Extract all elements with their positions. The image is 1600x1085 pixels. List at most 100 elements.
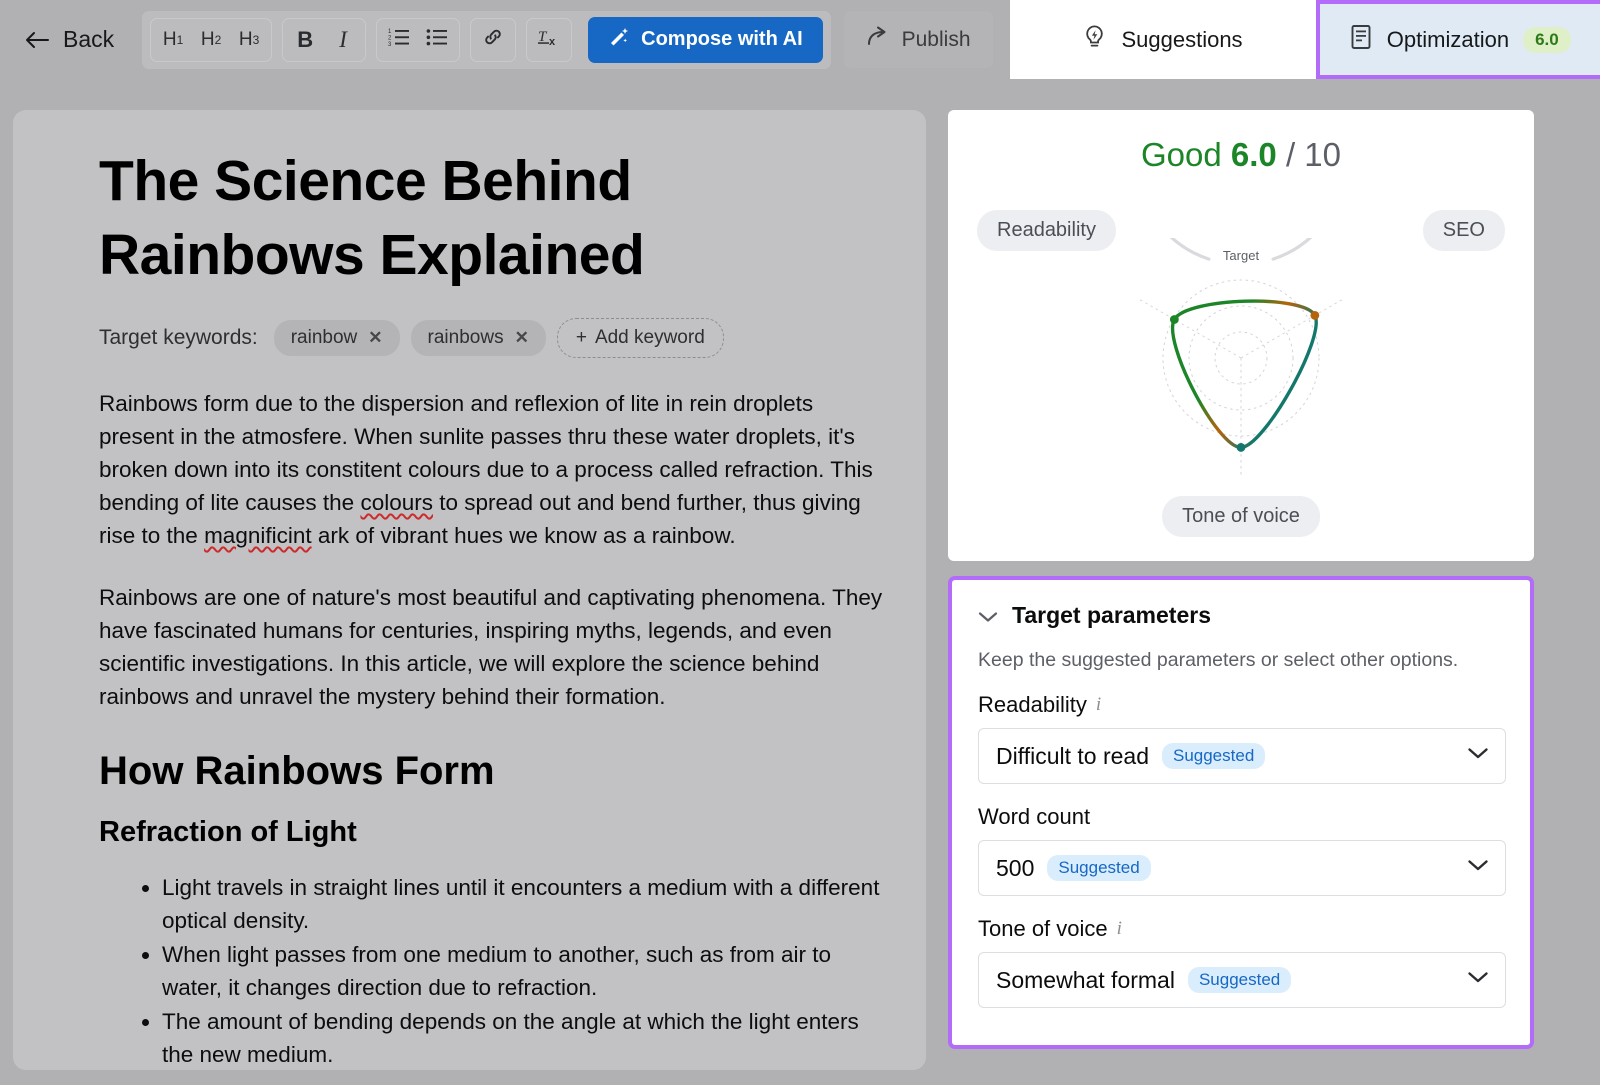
italic-button[interactable]: I	[324, 21, 362, 59]
paragraph-text: ark of vibrant hues we know as a rainbow…	[311, 523, 736, 549]
suggested-badge: Suggested	[1187, 967, 1292, 993]
tab-suggestions-label: Suggestions	[1121, 26, 1243, 52]
compose-with-ai-label: Compose with AI	[641, 28, 803, 50]
back-button[interactable]: Back	[14, 20, 124, 59]
compose-with-ai-button[interactable]: Compose with AI	[588, 16, 823, 63]
list-group: 1 2 3	[376, 17, 461, 62]
text-style-group: B I	[282, 17, 367, 62]
select-value: Difficult to read	[996, 742, 1149, 769]
lightbulb-idea-icon	[1082, 24, 1107, 56]
data-point-2	[1236, 443, 1246, 452]
arrow-left-icon	[24, 29, 50, 51]
select-value: 500	[996, 854, 1035, 881]
link-group	[470, 17, 517, 62]
document-heading-3[interactable]: Refraction of Light	[99, 816, 890, 849]
keyword-label: rainbow	[290, 327, 358, 349]
document-bullet-list[interactable]: Light travels in straight lines until it…	[99, 871, 890, 1070]
chevron-down-icon[interactable]	[1467, 971, 1489, 989]
tab-optimization[interactable]: Optimization 6.0	[1315, 0, 1600, 79]
formatting-toolbar: H1 H2 H3 B I 1 2 3 T x Compose with AI	[142, 10, 831, 69]
list-item: When light passes from one medium to ano…	[162, 938, 890, 1004]
svg-text:1: 1	[388, 29, 392, 35]
document-editor[interactable]: The Science Behind Rainbows Explained Ta…	[13, 110, 926, 1070]
select-value: Somewhat formal	[996, 966, 1175, 993]
share-arrow-icon	[866, 26, 890, 54]
svg-text:x: x	[549, 36, 556, 48]
document-paragraph-1[interactable]: Rainbows form due to the dispersion and …	[99, 387, 890, 552]
magic-wand-icon	[608, 26, 630, 54]
remove-keyword-icon[interactable]: ✕	[515, 328, 529, 348]
axis-chip-seo[interactable]: SEO	[1422, 210, 1505, 251]
score-value: 6.0	[1230, 136, 1277, 173]
heading-1-button[interactable]: H1	[154, 21, 192, 59]
heading-3-button[interactable]: H3	[230, 21, 268, 59]
select-tone-of-voice[interactable]: Somewhat formal Suggested	[978, 952, 1506, 1008]
tab-optimization-score-badge: 6.0	[1523, 26, 1571, 53]
tab-optimization-label: Optimization	[1386, 26, 1510, 52]
suggested-badge: Suggested	[1047, 855, 1151, 881]
bullet-list-button[interactable]	[418, 21, 456, 59]
publish-label: Publish	[901, 27, 971, 51]
keyword-label: rainbows	[427, 327, 504, 349]
heading-2-button[interactable]: H2	[192, 21, 230, 59]
heading-button-group: H1 H2 H3	[150, 17, 273, 62]
label-text: Readability	[978, 692, 1087, 717]
target-parameters-subtitle: Keep the suggested parameters or select …	[978, 649, 1459, 671]
document-paragraph-2[interactable]: Rainbows are one of nature's most beauti…	[99, 581, 890, 713]
list-item: The amount of bending depends on the ang…	[162, 1005, 890, 1070]
add-keyword-label: Add keyword	[594, 327, 705, 349]
field-label-readability: Readability i	[978, 692, 1506, 718]
clear-formatting-button[interactable]: T x	[530, 21, 568, 59]
bullet-list-icon	[426, 27, 448, 53]
label-text: Tone of voice	[978, 916, 1108, 941]
plus-icon: +	[575, 327, 587, 349]
misspelled-word: colours	[360, 490, 433, 516]
chevron-down-icon[interactable]	[978, 602, 998, 629]
optimization-radar-chart: Target	[1121, 54, 1361, 478]
ordered-list-button[interactable]: 1 2 3	[380, 21, 418, 59]
bold-button[interactable]: B	[286, 21, 324, 59]
info-icon[interactable]: i	[1117, 918, 1122, 940]
score-headline: Good 6.0 / 10	[948, 136, 1534, 174]
svg-text:3: 3	[388, 42, 392, 47]
svg-text:2: 2	[388, 35, 392, 41]
ordered-list-icon: 1 2 3	[388, 27, 410, 53]
heading-3-label: 3	[252, 32, 260, 47]
series-current	[1170, 299, 1318, 450]
heading-1-label: 1	[176, 32, 184, 47]
document-lines-icon	[1349, 24, 1373, 56]
list-item: Light travels in straight lines until it…	[162, 871, 890, 937]
top-toolbar: Back H1 H2 H3 B I 1 2 3 T x Compose with…	[0, 0, 1600, 79]
info-icon[interactable]: i	[1096, 694, 1101, 716]
target-parameters-header[interactable]: Target parameters	[978, 602, 1506, 629]
tab-suggestions[interactable]: Suggestions	[1009, 0, 1316, 79]
optimization-score-card: Good 6.0 / 10 Readability SEO Tone of vo…	[948, 54, 1534, 561]
heading-2-label: 2	[214, 32, 222, 47]
score-denominator: / 10	[1285, 136, 1341, 173]
data-point-0	[1169, 315, 1179, 324]
add-keyword-button[interactable]: + Add keyword	[556, 318, 724, 359]
document-heading-2[interactable]: How Rainbows Form	[99, 749, 890, 794]
suggested-badge: Suggested	[1161, 743, 1266, 769]
axis-chip-readability[interactable]: Readability	[977, 210, 1116, 251]
keyword-chip-rainbows[interactable]: rainbows ✕	[410, 320, 546, 357]
paragraph-text: colours	[407, 457, 481, 483]
publish-button[interactable]: Publish	[843, 11, 993, 68]
target-parameters-title: Target parameters	[1012, 602, 1211, 628]
target-label: Target	[1223, 248, 1260, 263]
clear-format-group: T x	[526, 17, 573, 62]
data-point-1	[1310, 310, 1320, 320]
right-panel-tabs: Suggestions Optimization 6.0	[1009, 0, 1600, 79]
select-word-count[interactable]: 500 Suggested	[978, 840, 1506, 896]
keyword-chip-rainbow[interactable]: rainbow ✕	[273, 320, 400, 357]
field-label-word-count: Word count	[978, 804, 1506, 830]
score-rating: Good	[1141, 136, 1222, 173]
document-title[interactable]: The Science Behind Rainbows Explained	[99, 144, 890, 292]
select-readability[interactable]: Difficult to read Suggested	[978, 728, 1506, 784]
back-label: Back	[63, 26, 115, 52]
chevron-down-icon[interactable]	[1467, 747, 1489, 765]
axis-chip-tone-of-voice[interactable]: Tone of voice	[1162, 496, 1320, 537]
link-button[interactable]	[474, 21, 512, 59]
chevron-down-icon[interactable]	[1467, 859, 1489, 877]
remove-keyword-icon[interactable]: ✕	[368, 328, 382, 348]
